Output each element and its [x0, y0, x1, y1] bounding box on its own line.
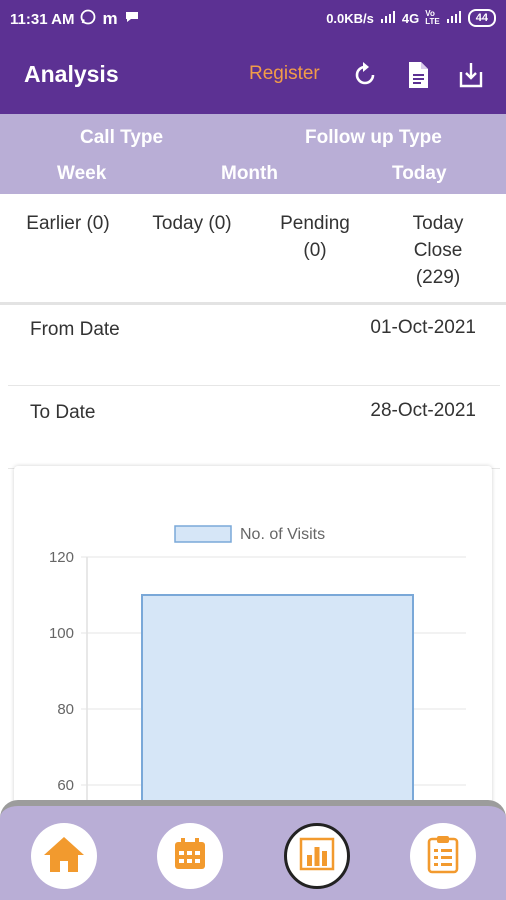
bottom-nav [0, 800, 506, 900]
tab-today[interactable]: Today [392, 163, 447, 185]
signal-icon-2 [446, 10, 462, 26]
visits-chart: 120 100 80 60 No. of Visits [49, 525, 466, 846]
legend-label: No. of Visits [240, 526, 325, 543]
battery-icon: 44 [467, 9, 496, 27]
y-tick-label: 60 [57, 777, 74, 794]
y-tick-label: 100 [49, 625, 74, 642]
volte-icon: Vo LTE [425, 9, 440, 26]
nav-analysis[interactable] [284, 823, 350, 889]
tab-follow-up-type[interactable]: Follow up Type [305, 127, 442, 149]
count-today[interactable]: Today (0) [136, 210, 248, 237]
legend-swatch [174, 525, 232, 543]
from-date-label: From Date [30, 319, 120, 340]
whatsapp-icon [80, 9, 96, 29]
download-icon[interactable] [456, 60, 486, 90]
from-date-row[interactable]: From Date 01-Oct-2021 [8, 303, 500, 386]
tab-call-type[interactable]: Call Type [80, 127, 163, 149]
status-counts: Earlier (0) Today (0) Pending (0) Today … [0, 194, 506, 305]
count-pending-label: Pending [280, 213, 350, 234]
count-pending[interactable]: Pending (0) [260, 210, 370, 264]
nav-home[interactable] [31, 823, 97, 889]
filter-tabs: Call Type Follow up Type Week Month Toda… [0, 114, 506, 194]
status-bar: 11:31 AM m 0.0KB/s 4G Vo LTE 44 [0, 0, 506, 36]
tab-month[interactable]: Month [221, 163, 278, 185]
clipboard-icon [426, 834, 460, 879]
to-date-label: To Date [30, 402, 96, 423]
count-earlier[interactable]: Earlier (0) [12, 210, 124, 237]
refresh-icon[interactable] [350, 60, 380, 90]
count-today-close-value: (229) [415, 267, 461, 288]
document-icon[interactable] [403, 60, 433, 90]
status-time: 11:31 AM [10, 10, 75, 28]
chat-icon [124, 10, 140, 28]
to-date-value[interactable]: 28-Oct-2021 [370, 400, 476, 422]
calendar-icon [172, 836, 208, 877]
network-speed: 0.0KB/s [326, 10, 374, 26]
y-tick-label: 120 [49, 549, 74, 566]
register-button[interactable]: Register [249, 63, 320, 85]
chart-card: 120 100 80 60 No. of Visits [14, 466, 492, 846]
count-today-close-label-2: Close [413, 240, 463, 261]
count-today-close-label-1: Today [412, 213, 464, 234]
page-title: Analysis [24, 61, 119, 87]
app-bar: Analysis Register [0, 36, 506, 114]
tab-week[interactable]: Week [57, 163, 106, 185]
chart-icon [299, 837, 335, 876]
y-tick-label: 80 [57, 701, 74, 718]
nav-tasks[interactable] [410, 823, 476, 889]
to-date-row[interactable]: To Date 28-Oct-2021 [8, 386, 500, 469]
count-earlier-label: Earlier (0) [26, 213, 110, 234]
from-date-value[interactable]: 01-Oct-2021 [370, 317, 476, 339]
network-type: 4G [401, 10, 420, 26]
nav-calendar[interactable] [157, 823, 223, 889]
count-pending-value: (0) [303, 240, 327, 261]
home-icon [42, 834, 86, 879]
m-app-icon: m [102, 9, 118, 28]
signal-icon [380, 10, 396, 26]
count-today-label: Today (0) [152, 213, 232, 234]
count-today-close[interactable]: Today Close (229) [384, 210, 492, 291]
